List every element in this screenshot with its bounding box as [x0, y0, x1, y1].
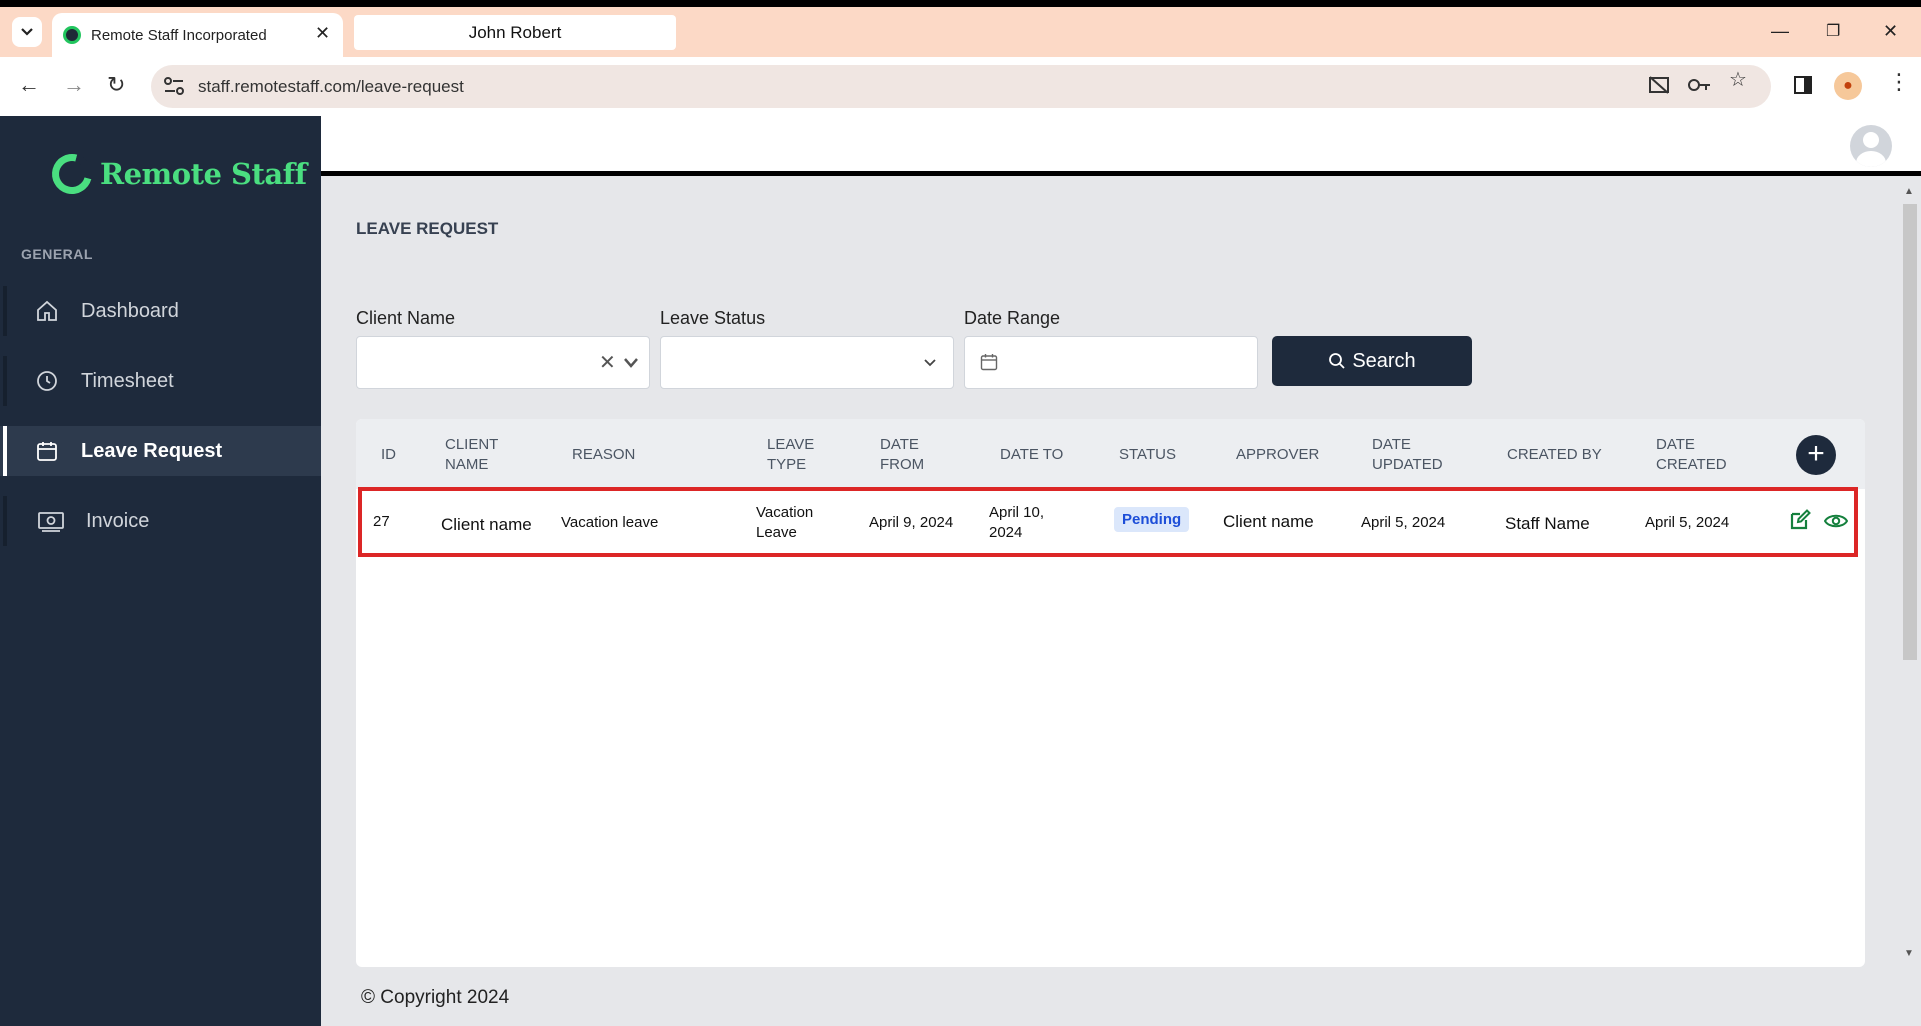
header-client-name: CLIENT NAME [445, 436, 499, 473]
header-date-from: DATE FROM [880, 436, 925, 473]
main-header [321, 116, 1921, 176]
footer-copyright: © Copyright 2024 [361, 987, 510, 1008]
search-icon [1329, 353, 1345, 369]
forward-icon[interactable]: → [63, 72, 85, 98]
date-range-label: Date Range [964, 308, 1061, 328]
camera-off-icon[interactable] [1648, 75, 1670, 95]
user-avatar[interactable] [1850, 125, 1892, 167]
view-eye-icon[interactable] [1824, 509, 1848, 533]
sidebar-item-label: Invoice [86, 509, 150, 532]
password-key-icon[interactable] [1688, 77, 1712, 93]
search-button-label: Search [1352, 349, 1416, 372]
site-settings-icon [164, 77, 184, 95]
sidebar-item-invoice[interactable]: Invoice [0, 496, 321, 546]
tab-search-button[interactable] [12, 17, 42, 47]
edit-icon[interactable] [1788, 508, 1812, 532]
restore-icon[interactable]: ❐ [1826, 21, 1840, 41]
sidebar-item-leave-request[interactable]: Leave Request [0, 426, 321, 476]
browser-tab-bar: Remote Staff Incorporated ✕ John Robert … [0, 7, 1921, 57]
bookmark-star-icon[interactable]: ☆ [1729, 67, 1747, 92]
cell-reason: Vacation leave [561, 514, 659, 531]
chevron-down-icon [21, 28, 33, 36]
sidebar-item-label: Timesheet [81, 369, 174, 392]
table-header: ID CLIENT NAME REASON LEAVE TYPE DATE FROM … [356, 419, 1865, 489]
tab-title: Remote Staff Incorporated [91, 27, 267, 44]
date-range-input[interactable] [964, 336, 1258, 389]
header-approver: APPROVER [1236, 446, 1320, 463]
cell-date-created: April 5, 2024 [1645, 514, 1730, 531]
header-date-to: DATE TO [1000, 446, 1064, 463]
clear-icon[interactable]: ✕ [599, 350, 616, 375]
invoice-icon [38, 512, 64, 532]
cell-date-to: April 10, 2024 [989, 504, 1045, 541]
cell-date-updated: April 5, 2024 [1361, 514, 1446, 531]
sidebar: Remote Staff GENERAL Dashboard Timesheet… [0, 116, 321, 1026]
close-tab-icon[interactable]: ✕ [315, 23, 330, 44]
status-badge: Pending [1114, 507, 1190, 532]
logo-text: Remote Staff [100, 157, 307, 191]
cell-date-from: April 9, 2024 [869, 514, 954, 531]
browser-tab-secondary[interactable]: John Robert [354, 15, 676, 50]
window-top-border [0, 0, 1921, 7]
scroll-down-icon[interactable]: ▼ [1904, 948, 1914, 959]
sidebar-item-label: Leave Request [81, 439, 223, 462]
favicon-icon [63, 26, 81, 44]
chevron-down-icon[interactable] [623, 357, 639, 369]
home-icon [37, 300, 57, 321]
minimize-icon[interactable]: — [1771, 21, 1789, 42]
url-field[interactable]: staff.remotestaff.com/leave-request [151, 65, 1771, 108]
brand-logo[interactable]: Remote Staff [44, 146, 307, 202]
url-text: staff.remotestaff.com/leave-request [198, 77, 464, 96]
cell-client-name: Client name [441, 515, 532, 534]
sidebar-item-timesheet[interactable]: Timesheet [0, 356, 321, 406]
window-close-icon[interactable]: ✕ [1883, 21, 1898, 42]
cell-approver: Client name [1223, 512, 1314, 531]
client-name-label: Client Name [356, 308, 456, 328]
header-created-by: CREATED BY [1507, 446, 1602, 463]
cell-created-by: Staff Name [1505, 514, 1590, 533]
scroll-up-icon[interactable]: ▲ [1904, 186, 1914, 197]
header-id: ID [381, 446, 396, 463]
add-leave-request-button[interactable]: + [1796, 435, 1836, 475]
calendar-icon [37, 442, 57, 461]
clock-icon [37, 371, 57, 391]
page-title: LEAVE REQUEST [356, 219, 499, 238]
header-date-updated: DATE UPDATED [1372, 436, 1443, 473]
table-row[interactable]: 27 Client name Vacation leave Vacation Le… [358, 487, 1858, 557]
cell-id: 27 [373, 513, 390, 530]
scrollbar-thumb[interactable] [1903, 204, 1917, 660]
logo-icon [44, 146, 100, 202]
profile-avatar-icon[interactable]: ● [1834, 72, 1862, 100]
chevron-down-icon [924, 359, 936, 367]
reload-icon[interactable]: ↻ [107, 72, 125, 98]
cell-leave-type: Vacation Leave [756, 504, 814, 541]
search-button[interactable]: Search [1272, 336, 1472, 386]
back-icon[interactable]: ← [18, 72, 40, 98]
more-menu-icon[interactable]: ⋮ [1888, 69, 1910, 95]
sidebar-section-heading: GENERAL [21, 246, 93, 262]
leave-status-select[interactable] [660, 336, 954, 389]
header-status: STATUS [1119, 446, 1176, 463]
browser-tab-active[interactable]: Remote Staff Incorporated ✕ [52, 13, 343, 57]
header-reason: REASON [572, 446, 636, 463]
sidebar-item-label: Dashboard [81, 299, 179, 322]
client-name-select[interactable]: ✕ [356, 336, 650, 389]
header-date-created: DATE CREATED [1656, 436, 1727, 473]
side-panel-icon[interactable] [1793, 75, 1813, 95]
sidebar-item-dashboard[interactable]: Dashboard [0, 286, 321, 336]
calendar-icon [980, 354, 998, 371]
leave-status-label: Leave Status [660, 308, 766, 328]
leave-request-table: ID CLIENT NAME REASON LEAVE TYPE DATE FROM … [356, 419, 1865, 967]
header-leave-type: LEAVE TYPE [767, 436, 815, 473]
address-bar-row: ← → ↻ staff.remotestaff.com/leave-reques… [0, 57, 1921, 116]
